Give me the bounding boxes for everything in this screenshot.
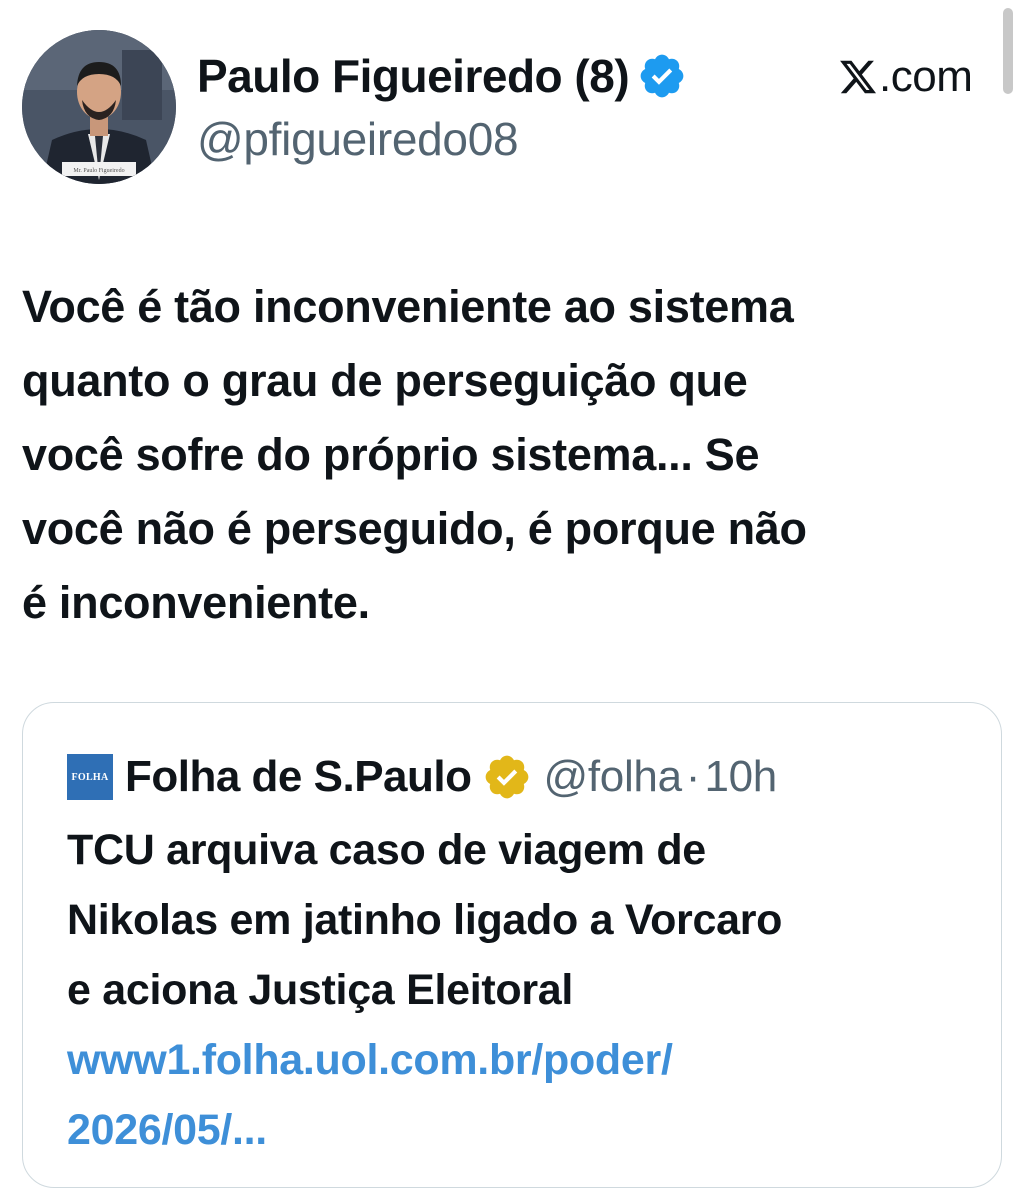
quoted-timestamp[interactable]: 10h bbox=[704, 752, 777, 802]
post-text-line: você não é perseguido, é porque não bbox=[22, 503, 807, 554]
scroll-indicator[interactable] bbox=[1003, 8, 1013, 94]
author-name-row: Paulo Figueiredo (8) bbox=[197, 48, 687, 104]
post-text: Você é tão inconveniente ao sistema quan… bbox=[22, 270, 1012, 640]
post-text-line: Você é tão inconveniente ao sistema bbox=[22, 281, 794, 332]
verified-badge-blue-icon bbox=[640, 54, 684, 98]
author-handle[interactable]: @pfigueiredo08 bbox=[197, 112, 519, 166]
quoted-author-name[interactable]: Folha de S.Paulo bbox=[125, 752, 472, 802]
avatar-photo: Mr. Paulo Figueiredo bbox=[22, 30, 176, 184]
post-text-line: é inconveniente. bbox=[22, 577, 370, 628]
post-text-line: você sofre do próprio sistema... Se bbox=[22, 429, 760, 480]
quoted-author-handle[interactable]: @folha bbox=[544, 752, 683, 802]
quoted-separator: · bbox=[685, 752, 701, 801]
quoted-post-card[interactable]: FOLHA Folha de S.Paulo @folha · 10h TCU … bbox=[22, 702, 1002, 1188]
x-domain-text: .com bbox=[879, 52, 973, 101]
quoted-text-line: e aciona Justiça Eleitoral bbox=[67, 966, 574, 1014]
author-name[interactable]: Paulo Figueiredo (8) bbox=[197, 49, 630, 103]
quoted-link-line[interactable]: 2026/05/... bbox=[67, 1095, 977, 1165]
quoted-text-line: TCU arquiva caso de viagem de bbox=[67, 826, 706, 874]
x-logo-icon bbox=[840, 60, 877, 94]
x-brand-link[interactable]: .com bbox=[838, 52, 973, 102]
avatar-nameplate: Mr. Paulo Figueiredo bbox=[73, 168, 124, 174]
quoted-link-line[interactable]: www1.folha.uol.com.br/poder/ bbox=[67, 1025, 977, 1095]
quoted-post-text: TCU arquiva caso de viagem de Nikolas em… bbox=[67, 815, 977, 1165]
quoted-post-header: FOLHA Folha de S.Paulo @folha · 10h bbox=[67, 749, 777, 805]
author-avatar[interactable]: Mr. Paulo Figueiredo bbox=[22, 30, 176, 184]
verified-badge-gold-icon bbox=[485, 755, 528, 799]
folha-logo-icon[interactable]: FOLHA bbox=[67, 754, 113, 800]
quoted-text-line: Nikolas em jatinho ligado a Vorcaro bbox=[67, 896, 783, 944]
post-text-line: quanto o grau de perseguição que bbox=[22, 355, 748, 406]
